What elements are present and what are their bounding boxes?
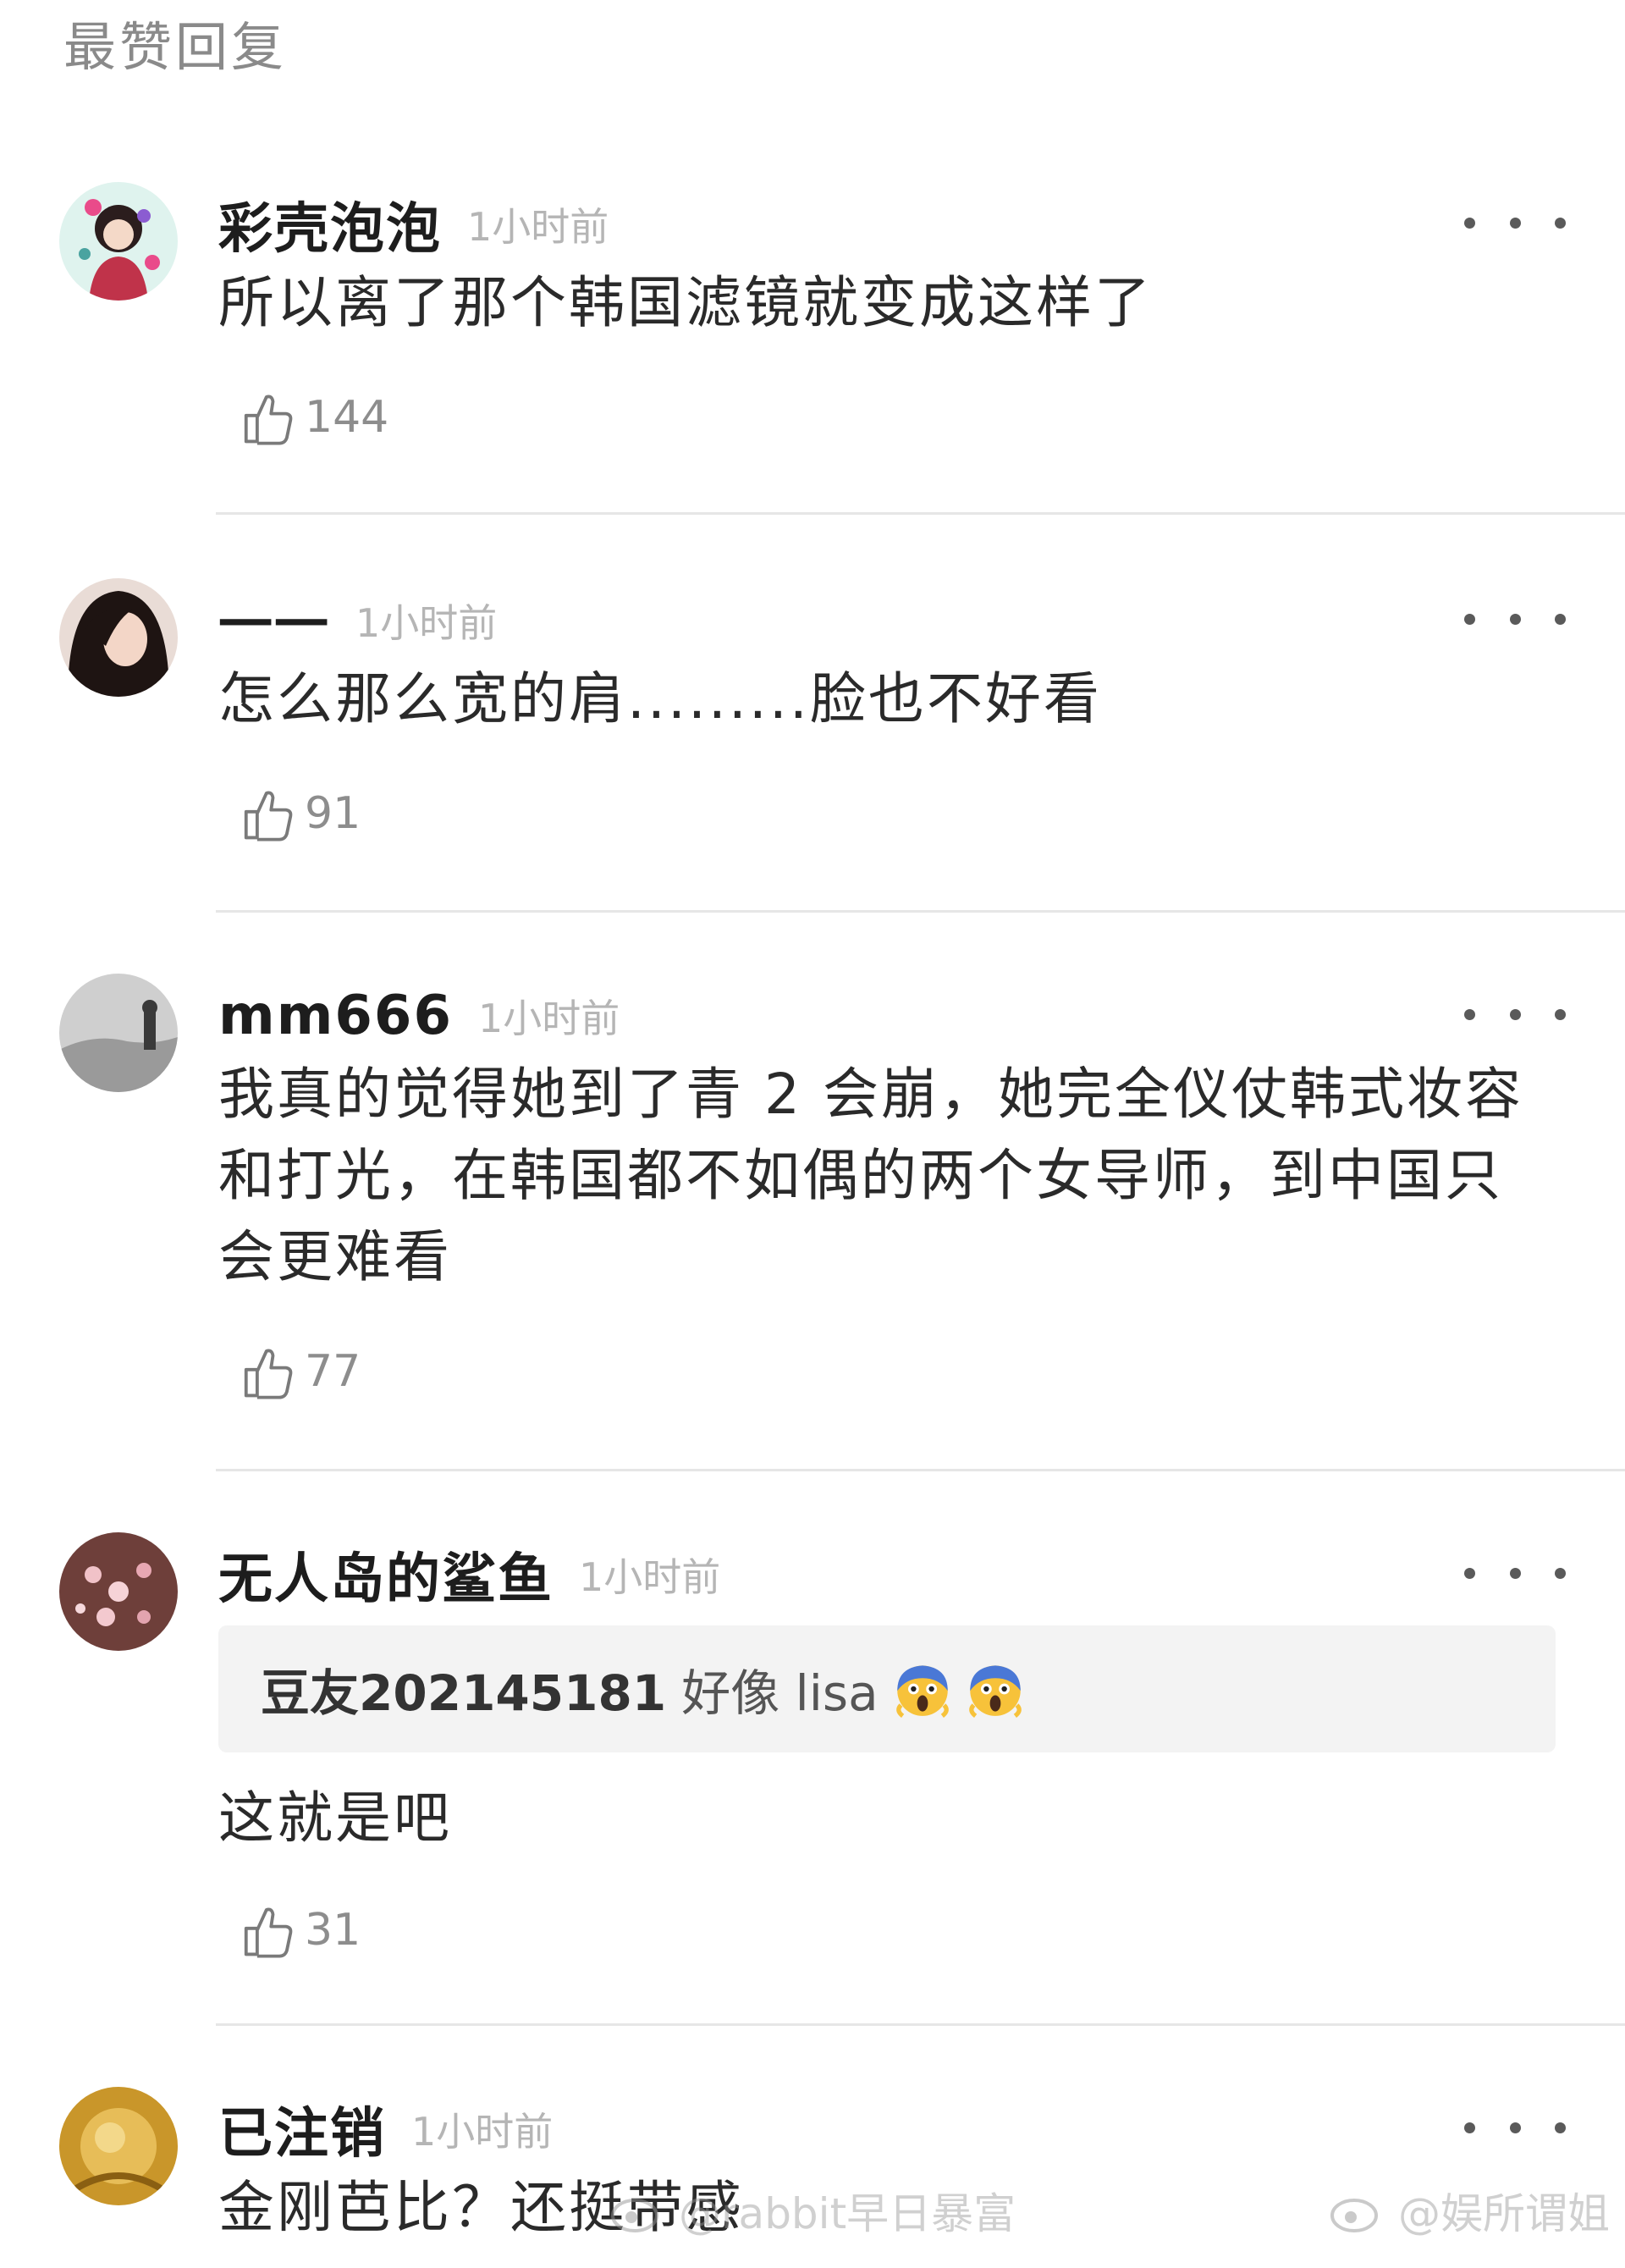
- section-title: 最赞回复: [63, 16, 288, 78]
- username[interactable]: 彩壳泡泡: [218, 185, 442, 263]
- username[interactable]: mm666: [218, 985, 453, 1047]
- comment-text: 怎么那么宽的肩.........脸也不好看: [218, 666, 1102, 731]
- more-dots-icon[interactable]: [1464, 1556, 1566, 1590]
- more-dots-icon[interactable]: [1464, 206, 1566, 240]
- thumbs-up-icon: [244, 1907, 293, 1958]
- like-button[interactable]: 91: [239, 780, 361, 847]
- weibo-icon: [1330, 2199, 1378, 2232]
- comment-text: 我真的觉得她到了青 2 会崩，她完全仪仗韩式妆容和打光，在韩国都不如偶的两个女导…: [218, 1062, 1523, 1289]
- comment-header: 彩壳泡泡 1小时前: [218, 182, 609, 267]
- like-count: 77: [305, 1346, 361, 1397]
- like-button[interactable]: 77: [239, 1338, 361, 1405]
- avatar[interactable]: [59, 578, 178, 697]
- comment-header: 已注销 1小时前: [218, 2087, 553, 2171]
- avatar[interactable]: [59, 974, 178, 1092]
- like-button[interactable]: 144: [239, 384, 388, 451]
- timestamp: 1小时前: [477, 996, 620, 1041]
- avatar[interactable]: [59, 1532, 178, 1651]
- weibo-icon: [611, 2199, 658, 2232]
- watermark-left: @rabbit早日暴富: [609, 2180, 1016, 2241]
- comment-text: 这就是吧: [218, 1785, 452, 1851]
- quoted-text: 好像 lisa: [681, 1664, 879, 1722]
- timestamp: 1小时前: [579, 1554, 721, 1600]
- comment-header: mm666 1小时前: [218, 974, 620, 1058]
- comment-text: 所以离了那个韩国滤镜就变成这样了: [218, 270, 1153, 335]
- timestamp: 1小时前: [467, 204, 609, 250]
- more-dots-icon[interactable]: [1464, 2111, 1566, 2144]
- thumbs-up-icon: [244, 395, 293, 445]
- thumbs-up-icon: [244, 1349, 293, 1399]
- screaming-face-emoji: [895, 1665, 949, 1718]
- quoted-username[interactable]: 豆友202145181: [261, 1653, 666, 1724]
- like-count: 91: [305, 788, 361, 839]
- more-dots-icon[interactable]: [1464, 602, 1566, 636]
- watermark-right-text: @娱所谓姐: [1398, 2189, 1610, 2238]
- username[interactable]: 无人岛的鲨鱼: [218, 1536, 554, 1614]
- screaming-face-emoji: [968, 1665, 1022, 1718]
- watermark-right: @娱所谓姐: [1329, 2180, 1610, 2241]
- divider: [216, 512, 1625, 515]
- like-count: 144: [305, 392, 389, 443]
- divider: [216, 1469, 1625, 1471]
- like-button[interactable]: 31: [239, 1896, 361, 1964]
- username[interactable]: 已注销: [218, 2090, 386, 2168]
- thumbs-up-icon: [244, 791, 293, 842]
- divider: [216, 910, 1625, 913]
- timestamp: 1小时前: [411, 2109, 554, 2155]
- like-count: 31: [305, 1905, 361, 1956]
- username[interactable]: 一一: [218, 582, 330, 659]
- quoted-reply[interactable]: 豆友202145181 好像 lisa: [218, 1625, 1556, 1752]
- watermark-left-text: @rabbit早日暴富: [679, 2189, 1016, 2238]
- avatar[interactable]: [59, 2087, 178, 2205]
- avatar[interactable]: [59, 182, 178, 301]
- timestamp: 1小时前: [355, 600, 498, 646]
- comment-header: 无人岛的鲨鱼 1小时前: [218, 1532, 720, 1617]
- comment-header: 一一 1小时前: [218, 578, 497, 663]
- divider: [216, 2023, 1625, 2026]
- more-dots-icon[interactable]: [1464, 997, 1566, 1031]
